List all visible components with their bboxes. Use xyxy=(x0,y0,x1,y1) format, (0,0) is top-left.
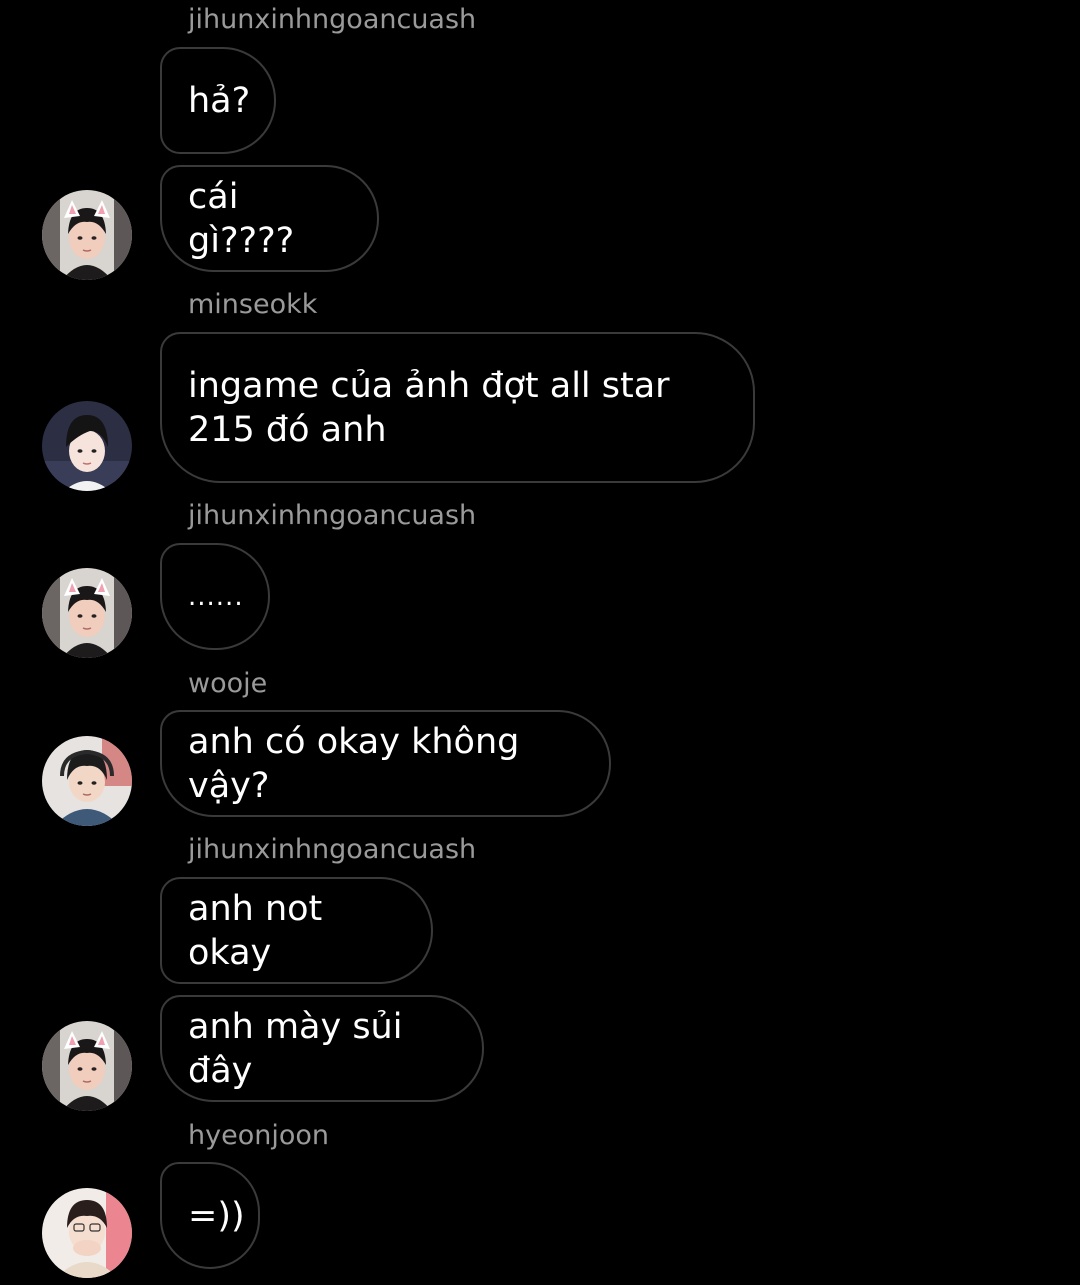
sender-name: minseokk xyxy=(188,289,318,320)
sender-name: jihunxinhngoancuash xyxy=(188,500,477,531)
user-photo-icon xyxy=(42,1188,132,1278)
message-bubble[interactable]: anh mày sủi đây xyxy=(160,995,484,1102)
user-photo-icon xyxy=(42,1021,132,1111)
avatar[interactable] xyxy=(42,1188,132,1278)
avatar[interactable] xyxy=(42,401,132,491)
message-text: ...... xyxy=(188,581,244,612)
message-bubble[interactable]: ...... xyxy=(160,543,270,650)
message-text: anh not okay xyxy=(188,888,323,973)
message-bubble[interactable]: anh có okay không vậy? xyxy=(160,710,611,817)
message-bubble[interactable]: ingame của ảnh đợt all star 215 đó anh xyxy=(160,332,755,483)
user-photo-icon xyxy=(42,568,132,658)
message-text: =)) xyxy=(188,1195,245,1236)
avatar[interactable] xyxy=(42,1021,132,1111)
avatar[interactable] xyxy=(42,568,132,658)
user-photo-icon xyxy=(42,401,132,491)
message-bubble[interactable]: anh not okay xyxy=(160,877,433,984)
sender-name: jihunxinhngoancuash xyxy=(188,834,477,865)
message-bubble[interactable]: =)) xyxy=(160,1162,260,1269)
user-photo-icon xyxy=(42,736,132,826)
avatar[interactable] xyxy=(42,190,132,280)
avatar[interactable] xyxy=(42,736,132,826)
message-text: anh mày sủi đây xyxy=(188,1006,403,1091)
sender-name: jihunxinhngoancuash xyxy=(188,4,477,35)
message-bubble[interactable]: cái gì???? xyxy=(160,165,379,272)
message-text: ingame của ảnh đợt all star 215 đó anh xyxy=(188,365,670,450)
message-text: cái gì???? xyxy=(188,176,295,261)
sender-name: hyeonjoon xyxy=(188,1120,329,1151)
user-photo-icon xyxy=(42,190,132,280)
message-bubble[interactable]: hả? xyxy=(160,47,276,154)
message-text: anh có okay không vậy? xyxy=(188,721,520,806)
message-text: hả? xyxy=(188,80,251,121)
sender-name: wooje xyxy=(188,668,268,699)
